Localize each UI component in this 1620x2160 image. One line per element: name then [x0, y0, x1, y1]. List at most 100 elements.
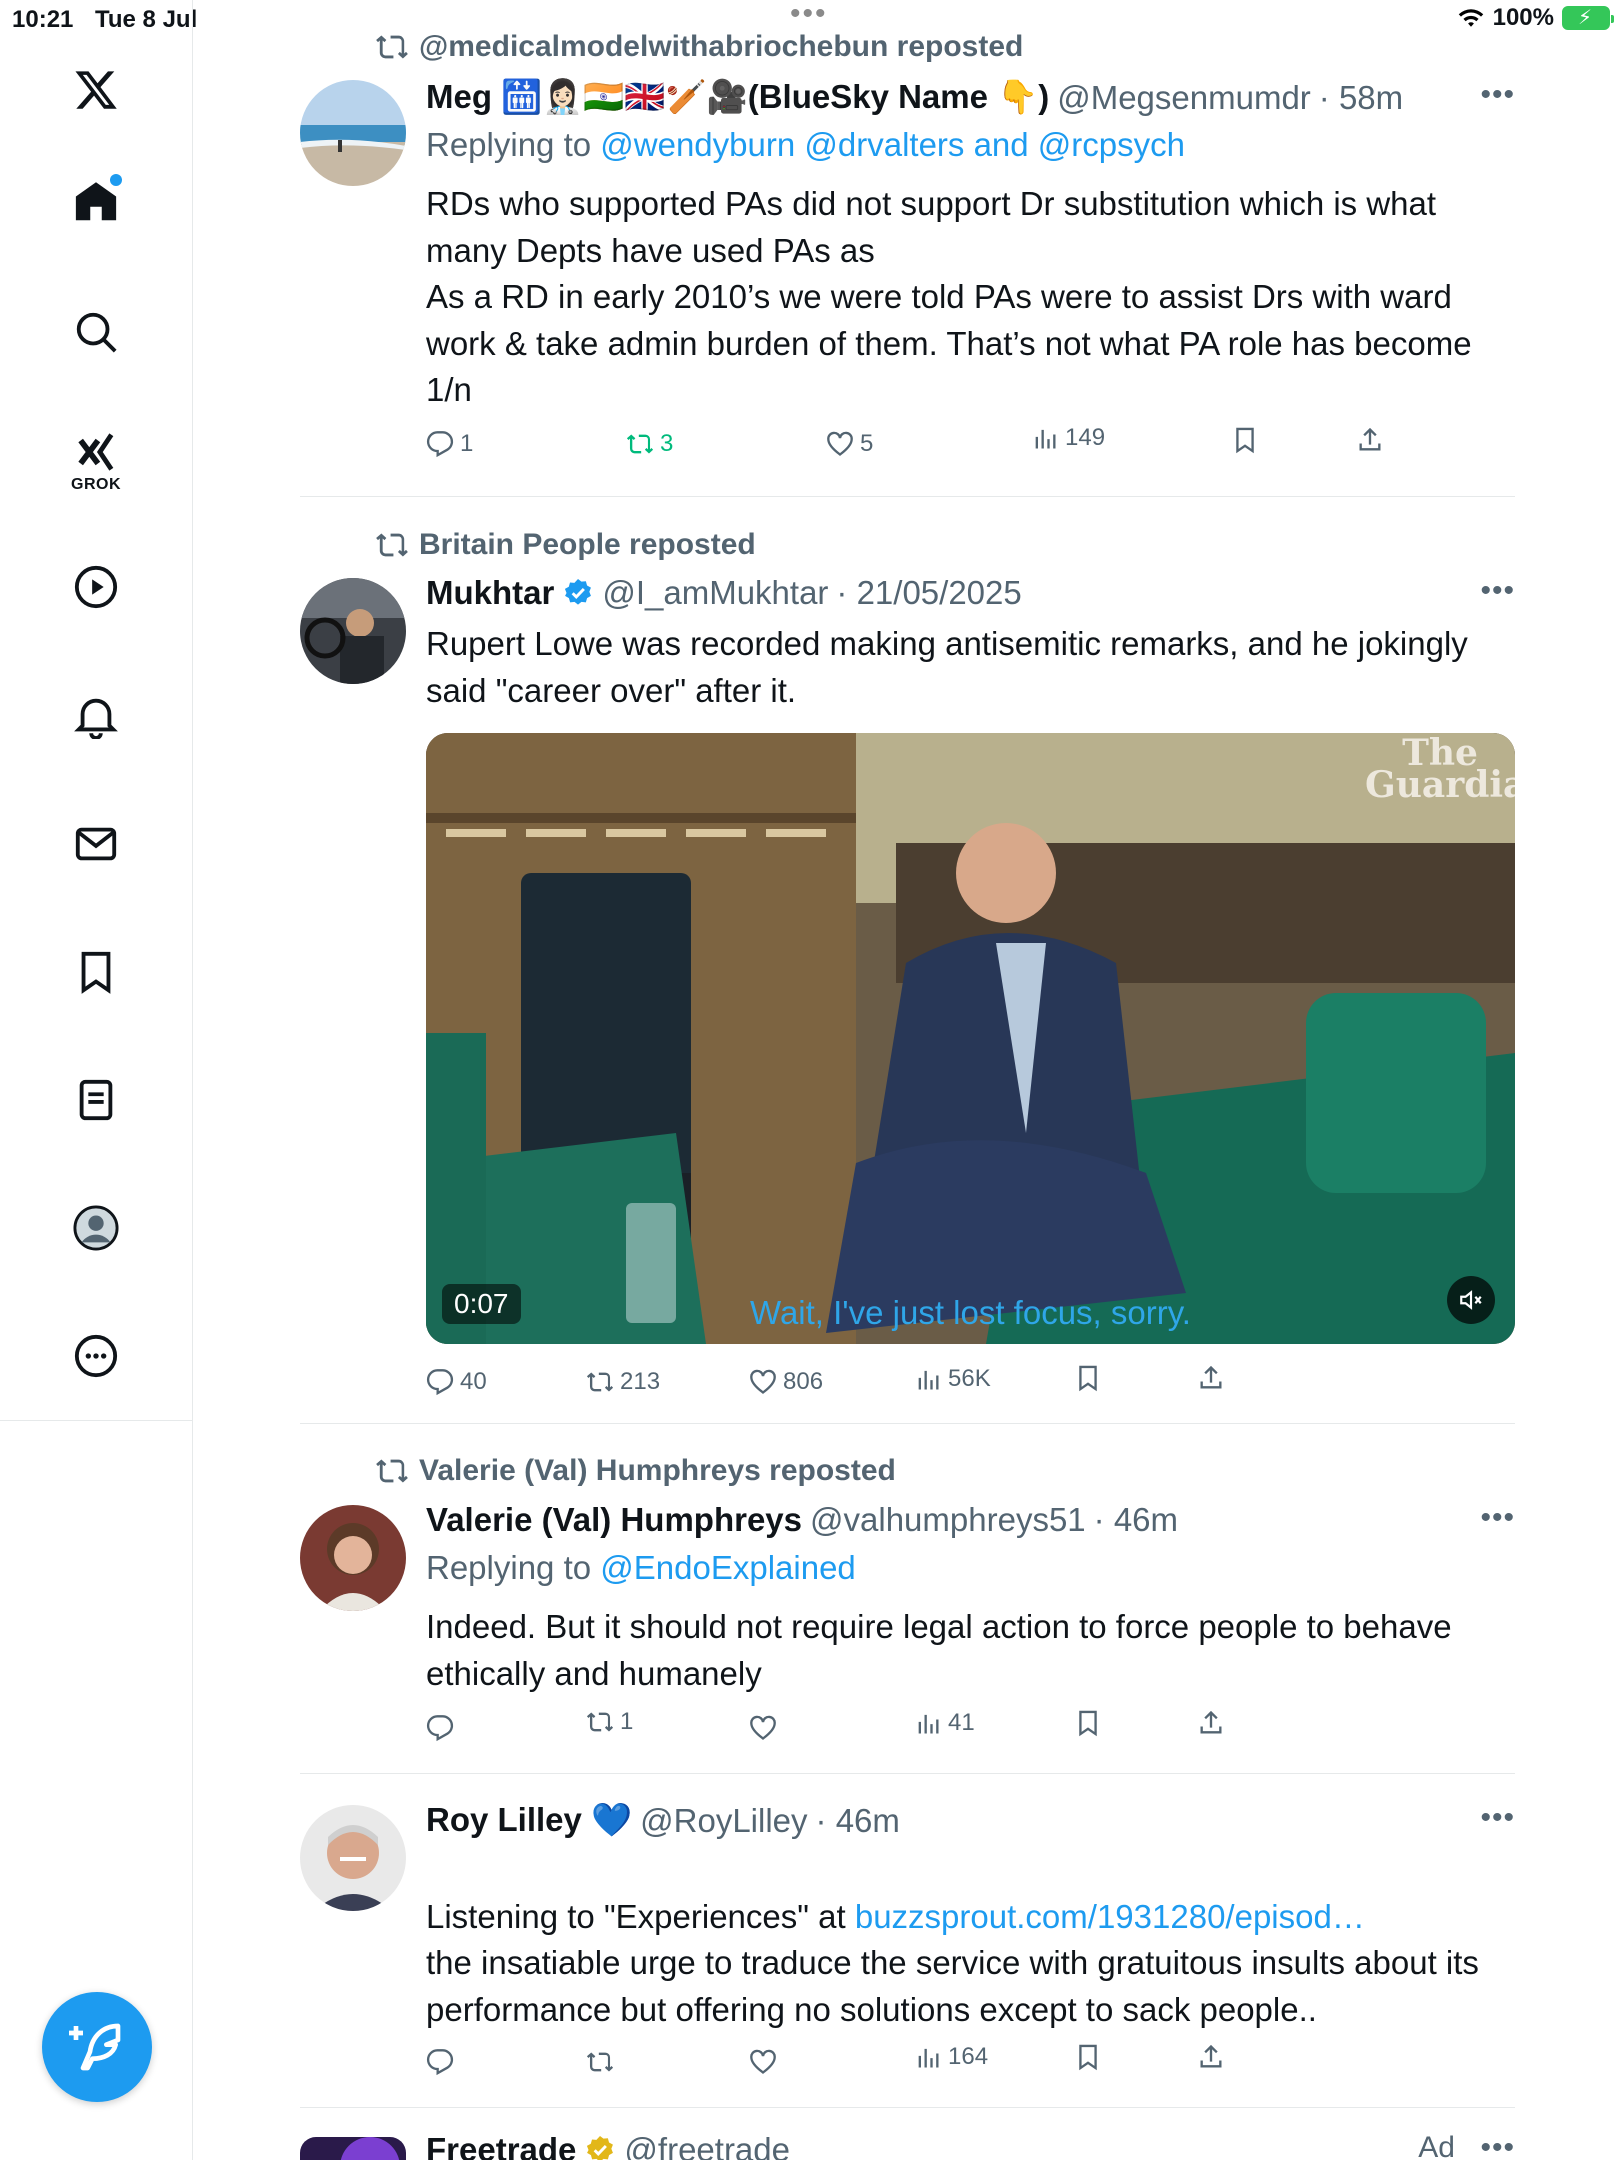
views-button[interactable]: 164 — [914, 2043, 988, 2071]
views-button[interactable]: 56K — [914, 1365, 991, 1393]
replying-to: Replying to @EndoExplained — [426, 1549, 856, 1587]
avatar[interactable] — [300, 80, 406, 186]
mute-toggle-button[interactable] — [1447, 1276, 1495, 1324]
bookmark-button[interactable] — [1074, 1364, 1102, 1392]
grok-icon[interactable] — [66, 422, 126, 482]
like-count: 806 — [783, 1368, 824, 1395]
like-button[interactable] — [749, 2048, 783, 2076]
avatar[interactable] — [300, 578, 406, 684]
share-button[interactable] — [1356, 426, 1384, 454]
replying-prefix: Replying to — [426, 126, 601, 163]
replying-to-links[interactable]: @wendyburn @drvalters and @rcpsych — [600, 126, 1185, 163]
search-icon[interactable] — [66, 302, 126, 362]
notifications-bell-icon[interactable] — [66, 686, 126, 746]
video-duration: 0:07 — [442, 1284, 521, 1324]
post-time[interactable]: · 21/05/2025 — [836, 574, 1021, 612]
sidebar: GROK — [0, 0, 193, 2160]
replying-to-links[interactable]: @EndoExplained — [600, 1549, 856, 1586]
author-handle[interactable]: @Megsenmumdr — [1057, 79, 1311, 117]
author-name[interactable]: Meg 🛗👩🏻‍⚕️🇮🇳🇬🇧🏏🎥(BlueSky Name 👇) — [426, 78, 1049, 117]
lists-icon[interactable] — [66, 1070, 126, 1130]
muted-speaker-icon — [1460, 1290, 1482, 1310]
author-handle[interactable]: @valhumphreys51 — [810, 1501, 1086, 1539]
reply-count: 1 — [460, 430, 474, 457]
author-handle[interactable]: @freetrade — [624, 2131, 790, 2160]
repost-count: 1 — [620, 1708, 634, 1735]
post-time[interactable]: · 46m — [816, 1802, 900, 1840]
avatar[interactable] — [300, 1505, 406, 1611]
x-logo-icon[interactable] — [66, 60, 126, 120]
like-button[interactable]: 806 — [749, 1368, 823, 1396]
author-name[interactable]: Roy Lilley 💙 — [426, 1801, 632, 1840]
views-count: 56K — [948, 1365, 991, 1392]
bookmark-button[interactable] — [1074, 1709, 1102, 1737]
repost-button[interactable]: 3 — [626, 430, 673, 458]
post-time[interactable]: · 58m — [1319, 79, 1403, 117]
share-icon — [1200, 2044, 1222, 2068]
avatar[interactable] — [300, 1805, 406, 1911]
repost-icon — [586, 2052, 614, 2072]
multitasking-dots[interactable]: ••• — [790, 0, 828, 29]
repost-by-text: Britain People reposted — [419, 528, 756, 561]
heart-icon — [750, 1715, 776, 1740]
bookmarks-icon[interactable] — [66, 942, 126, 1002]
like-button[interactable] — [749, 1714, 783, 1742]
tweet-header: Meg 🛗👩🏻‍⚕️🇮🇳🇬🇧🏏🎥(BlueSky Name 👇) @Megsen… — [426, 78, 1403, 117]
video-frame-illustration — [426, 733, 1515, 1344]
tweet-text: Indeed. But it should not require legal … — [426, 1608, 1452, 1692]
tweet-divider — [300, 496, 1515, 497]
bookmark-icon — [1079, 1365, 1097, 1392]
more-options-icon[interactable] — [66, 1326, 126, 1386]
reply-button[interactable] — [426, 2048, 460, 2076]
author-handle[interactable]: @I_amMukhtar — [602, 574, 828, 612]
video-play-icon[interactable] — [66, 557, 126, 617]
profile-avatar-icon[interactable] — [66, 1198, 126, 1258]
reply-button[interactable]: 40 — [426, 1368, 487, 1396]
messages-envelope-icon[interactable] — [66, 814, 126, 874]
wifi-icon — [1458, 9, 1483, 27]
repost-button[interactable]: 213 — [586, 1368, 660, 1396]
more-menu-icon[interactable]: ••• — [1480, 78, 1515, 112]
like-button[interactable]: 5 — [826, 430, 873, 458]
tweet-link[interactable]: buzzsprout.com/1931280/episod… — [855, 1898, 1365, 1935]
home-icon[interactable] — [66, 172, 126, 232]
avatar[interactable] — [300, 2137, 406, 2160]
reply-icon — [426, 431, 454, 458]
views-count: 41 — [948, 1709, 975, 1736]
views-chart-icon — [918, 1370, 939, 1390]
views-count: 164 — [948, 2043, 989, 2070]
home-notification-dot — [110, 174, 122, 186]
post-time[interactable]: · 46m — [1094, 1501, 1178, 1539]
bookmark-button[interactable] — [1074, 2043, 1102, 2071]
repost-button[interactable]: 1 — [586, 1708, 633, 1736]
bookmark-button[interactable] — [1231, 426, 1259, 454]
views-button[interactable]: 41 — [914, 1709, 975, 1737]
compose-post-button[interactable] — [42, 1992, 152, 2102]
author-name[interactable]: Valerie (Val) Humphreys — [426, 1501, 802, 1539]
more-menu-icon[interactable]: ••• — [1480, 2131, 1515, 2160]
author-name[interactable]: Freetrade — [426, 2131, 576, 2160]
tweet-actions: 164 — [426, 2043, 1426, 2088]
repost-button[interactable] — [586, 2048, 620, 2076]
tweet-divider — [300, 2107, 1515, 2108]
views-button[interactable]: 149 — [1031, 424, 1105, 452]
repost-count: 3 — [660, 430, 674, 457]
share-button[interactable] — [1197, 1709, 1225, 1737]
share-icon — [1200, 1710, 1222, 1734]
author-handle[interactable]: @RoyLilley — [640, 1802, 807, 1840]
heart-icon — [750, 2049, 776, 2074]
author-name[interactable]: Mukhtar — [426, 574, 554, 612]
gold-verified-badge-icon — [587, 2136, 614, 2160]
reply-button[interactable] — [426, 1714, 460, 1742]
video-player[interactable]: The Guardian Wait, I've just lost focus,… — [426, 733, 1515, 1344]
guardian-watermark: The Guardian — [1365, 733, 1515, 806]
share-button[interactable] — [1197, 2043, 1225, 2071]
share-button[interactable] — [1197, 1364, 1225, 1392]
more-menu-icon[interactable]: ••• — [1480, 1501, 1515, 1535]
reply-button[interactable]: 1 — [426, 430, 473, 458]
more-menu-icon[interactable]: ••• — [1480, 574, 1515, 608]
repost-icon — [376, 35, 408, 59]
tweet-actions: 1 3 5 149 — [426, 424, 1426, 470]
reply-icon — [426, 2049, 454, 2076]
more-menu-icon[interactable]: ••• — [1480, 1801, 1515, 1835]
